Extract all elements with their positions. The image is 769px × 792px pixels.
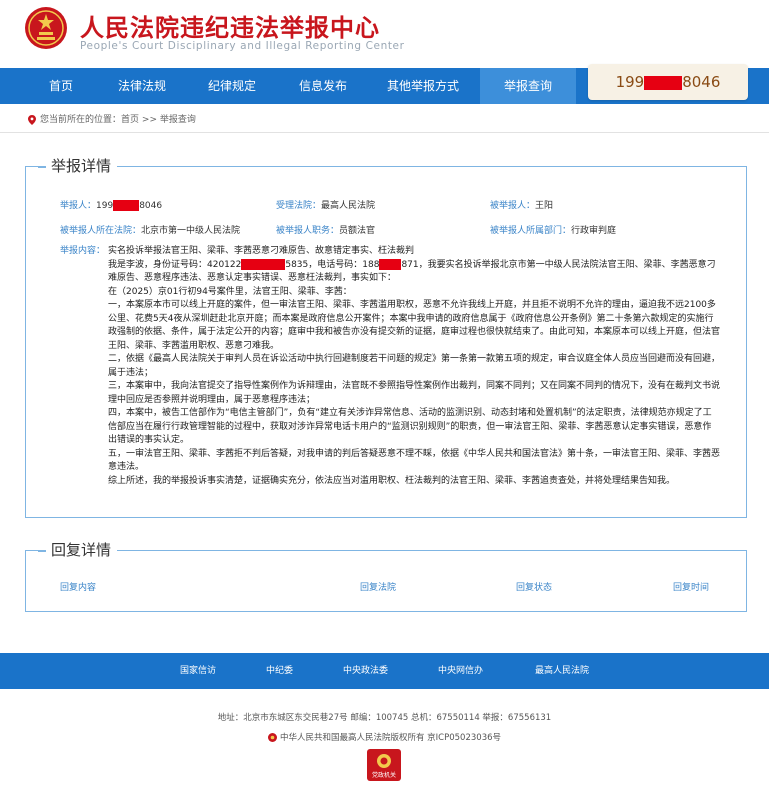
- gov-badge[interactable]: 党政机关: [366, 748, 402, 782]
- court-field: 受理法院：最高人民法院: [276, 198, 375, 211]
- site-header: 人民法院违纪违法举报中心 People's Court Disciplinary…: [0, 0, 769, 68]
- location-pin-icon: [28, 114, 36, 125]
- reported-person-field: 被举报人：王阳: [490, 198, 553, 211]
- content-paragraph: 二，依据《最高人民法院关于审判人员在诉讼活动中执行回避制度若干问题的规定》第一条…: [108, 354, 721, 378]
- reported-position-field: 被举报人职务：员额法官: [276, 223, 375, 236]
- reported-person-label: 被举报人：: [490, 201, 536, 211]
- footer-link-ccdi[interactable]: 中纪委: [266, 653, 293, 689]
- reporter-suffix: 8046: [139, 201, 163, 211]
- footer-nav: 国家信访 中纪委 中央政法委 中央网信办 最高人民法院: [0, 653, 769, 689]
- reply-header-content: 回复内容: [60, 583, 97, 593]
- content-paragraph: 一，本案原本市可以线上开庭的案件，但一审法官王阳、梁菲、李茜滥用职权，恶意不允许…: [108, 300, 721, 351]
- reply-header-time: 回复时间: [673, 583, 710, 593]
- nav-item-query[interactable]: 举报查询: [480, 68, 576, 104]
- site-subtitle: People's Court Disciplinary and Illegal …: [80, 40, 405, 52]
- breadcrumb-home[interactable]: 首页: [121, 115, 139, 125]
- reporter-label: 举报人：: [60, 201, 97, 211]
- footer-link-cac[interactable]: 中央网信办: [438, 653, 483, 689]
- reply-header-court: 回复法院: [360, 583, 397, 593]
- footer-copyright-row: 中华人民共和国最高人民法院版权所有 京ICP05023036号: [0, 728, 769, 748]
- reported-dept-value: 行政审判庭: [571, 226, 617, 236]
- reported-dept-label: 被举报人所属部门：: [490, 226, 572, 236]
- report-detail-title: 举报详情: [45, 155, 118, 176]
- content-segment: 5835，电话号码：188: [285, 259, 380, 270]
- footer-link-political-legal[interactable]: 中央政法委: [343, 653, 388, 689]
- redaction-mark: [379, 258, 402, 270]
- breadcrumb: 您当前所在的位置：首页 >> 举报查询: [28, 110, 196, 130]
- redaction-mark: [644, 75, 683, 90]
- breadcrumb-current: 举报查询: [159, 115, 196, 125]
- site-title: 人民法院违纪违法举报中心: [80, 14, 380, 42]
- hotline-badge: 199 8046: [588, 64, 748, 100]
- report-content: 举报内容： 实名投诉举报法官王阳、梁菲、李茜恶意刁难原告、故意错定事实、枉法裁判…: [60, 245, 720, 488]
- divider: [0, 132, 769, 133]
- gov-badge-text: 党政机关: [371, 772, 396, 779]
- breadcrumb-separator: >>: [141, 115, 157, 125]
- nav-item-discipline[interactable]: 纪律规定: [184, 68, 280, 104]
- footer-address: 地址：北京市东城区东交民巷27号 邮编：100745 总机：67550114 举…: [217, 713, 552, 723]
- redaction-mark: [241, 258, 286, 270]
- nav-item-home[interactable]: 首页: [22, 68, 100, 104]
- footer-copyright: 中华人民共和国最高人民法院版权所有 京ICP05023036号: [279, 733, 502, 743]
- reported-person-value: 王阳: [535, 201, 554, 211]
- footer-link-petition[interactable]: 国家信访: [180, 653, 216, 689]
- redaction-mark: [113, 200, 140, 211]
- reported-court-field: 被举报人所在法院：北京市第一中级人民法院: [60, 223, 240, 236]
- nav-item-news[interactable]: 信息发布: [280, 68, 366, 104]
- content-body: 实名投诉举报法官王阳、梁菲、李茜恶意刁难原告、故意错定事实、枉法裁判 我是李波，…: [108, 245, 720, 488]
- breadcrumb-prefix: 您当前所在的位置：: [40, 115, 122, 125]
- court-label: 受理法院：: [276, 201, 322, 211]
- content-paragraph: 综上所述，我的举报投诉事实清楚，证据确实充分，依法应当对滥用职权、枉法裁判的法官…: [108, 475, 676, 486]
- content-paragraph: 五，一审法官王阳、梁菲、李茜拒不判后答疑，对我申请的判后答疑恶意不理不睬，依据《…: [108, 448, 721, 473]
- reply-header-status: 回复状态: [516, 583, 553, 593]
- reported-dept-field: 被举报人所属部门：行政审判庭: [490, 223, 616, 236]
- hotline-prefix: 199: [615, 73, 645, 91]
- court-emblem-icon: [25, 7, 67, 49]
- content-paragraph: 四，本案中，被告工信部作为“电信主管部门”，负有“建立有关涉诈异常信息、活动的监…: [108, 408, 712, 445]
- content-label: 举报内容：: [60, 246, 106, 256]
- footer-info: 地址：北京市东城区东交民巷27号 邮编：100745 总机：67550114 举…: [0, 708, 769, 748]
- content-paragraph: 在（2025）京01行初94号案件里，法官王阳、梁菲、李茜：: [108, 286, 352, 297]
- reported-position-label: 被举报人职务：: [276, 226, 340, 236]
- emblem-small-icon: [267, 733, 277, 742]
- nav-item-other-methods[interactable]: 其他举报方式: [366, 68, 480, 104]
- reply-detail-title: 回复详情: [45, 539, 118, 560]
- footer-link-supreme-court[interactable]: 最高人民法院: [535, 653, 589, 689]
- reported-court-label: 被举报人所在法院：: [60, 226, 142, 236]
- court-value: 最高人民法院: [321, 201, 376, 211]
- content-segment: 我是李波，身份证号码：420122: [108, 259, 242, 270]
- reported-position-value: 员额法官: [339, 226, 376, 236]
- hotline-suffix: 8046: [682, 73, 721, 91]
- title-accent: [38, 550, 46, 552]
- reporter-prefix: 199: [96, 201, 114, 211]
- nav-item-laws[interactable]: 法律法规: [100, 68, 184, 104]
- reported-court-value: 北京市第一中级人民法院: [141, 226, 241, 236]
- reporter-field: 举报人：199 8046: [60, 198, 162, 211]
- title-accent: [38, 166, 46, 168]
- content-line: 我是李波，身份证号码：420122 5835，电话号码：188 871，我要实名投诉…: [108, 258, 720, 286]
- content-paragraph: 三，本案审中，我向法官提交了指导性案例作为诉辩理由，法官既不参照指导性案例作出裁…: [108, 381, 721, 405]
- content-line: 实名投诉举报法官王阳、梁菲、李茜恶意刁难原告、故意错定事实、枉法裁判: [108, 246, 415, 256]
